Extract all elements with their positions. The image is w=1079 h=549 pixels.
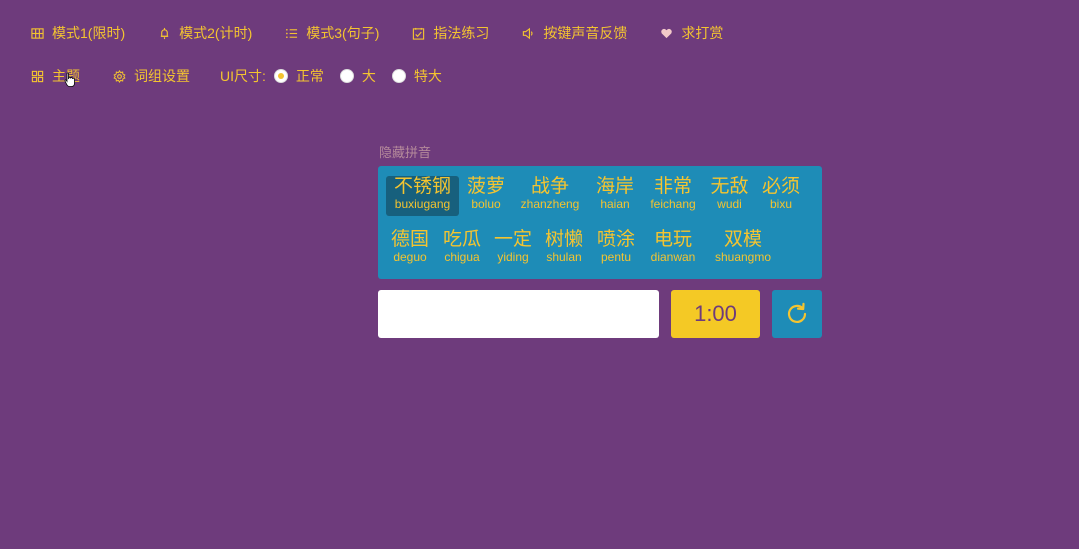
mode-toolbar: 模式1(限时) 模式2(计时) 模式3(句子) 指法练习 按键声音反馈 求打赏 <box>30 24 755 42</box>
wordgroup-settings-button[interactable]: 词组设置 <box>112 67 190 85</box>
practice-button[interactable]: 指法练习 <box>411 24 489 42</box>
ui-size-xlarge-option[interactable]: 特大 <box>391 66 442 86</box>
ui-size-xlarge-label: 特大 <box>413 68 442 84</box>
hand-cursor-icon <box>64 72 75 87</box>
word-item: 必须 bixu <box>758 176 804 216</box>
checkbox-icon <box>411 26 425 40</box>
word-item: 双模 shuangmo <box>706 229 780 269</box>
word-item: 吃瓜 chigua <box>438 229 486 269</box>
word-pinyin: buxiugang <box>394 197 451 211</box>
grid-icon <box>30 26 44 40</box>
ui-size-normal-option[interactable]: 正常 <box>273 66 324 86</box>
sound-feedback-label: 按键声音反馈 <box>543 25 628 41</box>
ui-size-normal-radio[interactable] <box>273 69 288 83</box>
countdown-timer: 1:00 <box>671 290 760 338</box>
practice-label: 指法练习 <box>433 25 490 41</box>
word-item: 德国 deguo <box>386 229 434 269</box>
donate-label: 求打赏 <box>681 25 724 41</box>
typing-input[interactable] <box>378 290 659 338</box>
word-hanzi: 菠萝 <box>466 176 505 197</box>
current-word: 不锈钢 buxiugang <box>386 176 459 216</box>
speaker-icon <box>521 26 535 40</box>
word-pinyin: dianwan <box>650 250 696 264</box>
word-hanzi: 双模 <box>723 229 762 250</box>
word-pinyin: shulan <box>546 250 582 264</box>
word-pinyin: haian <box>600 197 630 211</box>
refresh-icon <box>787 302 807 323</box>
word-item: 无敌 wudi <box>707 176 752 216</box>
word-item: 战争 zhanzheng <box>514 176 586 216</box>
word-hanzi: 战争 <box>530 176 569 197</box>
word-pinyin: bixu <box>769 197 792 211</box>
word-hanzi: 海岸 <box>595 176 634 197</box>
ui-size-large-option[interactable]: 大 <box>339 66 376 86</box>
word-item: 海岸 haian <box>592 176 638 216</box>
ui-size-large-radio[interactable] <box>339 69 354 83</box>
sound-feedback-button[interactable]: 按键声音反馈 <box>521 24 627 42</box>
word-item: 喷涂 pentu <box>593 229 639 269</box>
reset-button[interactable] <box>772 290 822 338</box>
word-pinyin: wudi <box>717 197 742 211</box>
word-item: 非常 feichang <box>644 176 702 216</box>
word-hanzi: 喷涂 <box>596 229 635 250</box>
ui-size-normal-label: 正常 <box>295 68 324 84</box>
word-pinyin: zhanzheng <box>520 197 580 211</box>
word-hanzi: 不锈钢 <box>393 176 451 197</box>
mode1-button[interactable]: 模式1(限时) <box>30 24 125 42</box>
word-hanzi: 树懒 <box>544 229 583 250</box>
donate-button[interactable]: 求打赏 <box>659 24 723 42</box>
word-panel: 不锈钢 buxiugang 菠萝 boluo 战争 zhanzheng 海岸 haian 非常 f… <box>378 166 822 279</box>
word-pinyin: shuangmo <box>714 250 772 264</box>
word-item: 电玩 dianwan <box>645 229 701 269</box>
gear-icon <box>112 69 126 83</box>
word-item: 树懒 shulan <box>541 229 587 269</box>
mode2-button[interactable]: 模式2(计时) <box>157 24 252 42</box>
word-item: 菠萝 boluo <box>463 176 509 216</box>
list-icon <box>284 26 298 40</box>
word-pinyin: deguo <box>393 250 427 264</box>
mode2-label: 模式2(计时) <box>179 25 253 41</box>
word-pinyin: chigua <box>444 250 480 264</box>
word-hanzi: 一定 <box>493 229 532 250</box>
word-item: 一定 yiding <box>490 229 536 269</box>
word-pinyin: boluo <box>471 197 501 211</box>
hide-pinyin-toggle[interactable]: 隐藏拼音 <box>379 142 431 161</box>
ui-size-xlarge-radio[interactable] <box>391 69 406 83</box>
ui-size-large-label: 大 <box>361 68 376 84</box>
heart-icon <box>659 26 673 40</box>
settings-toolbar: 主题 词组设置 UI尺寸: 正常 大 特大 <box>30 66 458 86</box>
mode3-label: 模式3(句子) <box>306 25 380 41</box>
word-pinyin: pentu <box>600 250 632 264</box>
mode3-button[interactable]: 模式3(句子) <box>284 24 379 42</box>
word-hanzi: 电玩 <box>653 229 692 250</box>
word-hanzi: 吃瓜 <box>442 229 481 250</box>
word-hanzi: 无敌 <box>710 176 749 197</box>
word-hanzi: 非常 <box>653 176 692 197</box>
word-pinyin: yiding <box>497 250 529 264</box>
word-pinyin: feichang <box>650 197 696 211</box>
wordgroup-settings-label: 词组设置 <box>134 68 190 84</box>
word-hanzi: 德国 <box>390 229 429 250</box>
ui-size-label: UI尺寸: <box>220 68 266 84</box>
bell-icon <box>157 26 171 40</box>
apps-icon <box>30 69 44 83</box>
word-hanzi: 必须 <box>761 176 800 197</box>
ui-size-group: UI尺寸: 正常 大 特大 <box>220 66 458 86</box>
mode1-label: 模式1(限时) <box>52 25 126 41</box>
